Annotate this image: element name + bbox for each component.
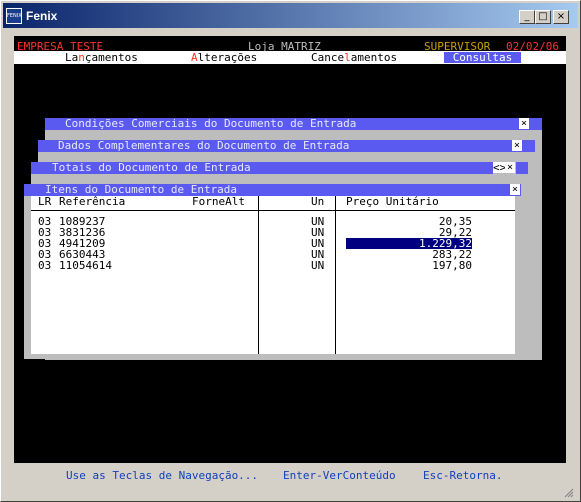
- hint-escape: Esc-Retorna.: [423, 469, 503, 482]
- close-button[interactable]: ×: [553, 10, 569, 24]
- menu-cancelamentos-hotkey: l: [344, 51, 351, 64]
- window-totais-titlebar-tail: [516, 162, 528, 174]
- window-totais-close-icon[interactable]: ×: [505, 162, 515, 173]
- table-row[interactable]: 03 11054614 UN 197,80: [31, 260, 515, 271]
- window-totais-title: Totais do Documento de Entrada: [52, 161, 251, 174]
- cell-referencia: 11054614: [59, 259, 112, 272]
- menu-cancelamentos-label-rest: amentos: [350, 51, 398, 64]
- column-header-preco: Preço Unitário: [346, 195, 439, 208]
- menu-lancamentos-label: La: [65, 51, 79, 64]
- hint-navigation: Use as Teclas de Navegação...: [66, 469, 259, 482]
- window-condicoes-title: Condições Comerciais do Documento de Ent…: [65, 117, 357, 130]
- cell-preco: 197,80: [432, 259, 472, 272]
- app-icon: FENIX: [6, 8, 22, 24]
- window-title: Fenix: [26, 9, 58, 23]
- menu-lancamentos[interactable]: Lançamentos: [65, 52, 138, 63]
- column-header-fornealt: ForneAlt: [192, 195, 245, 208]
- menu-cancelamentos[interactable]: Cancelamentos: [311, 52, 397, 63]
- window-condicoes-close-icon[interactable]: ×: [519, 118, 529, 129]
- window-itens-close-icon[interactable]: ×: [510, 184, 520, 195]
- hint-enter: Enter-VerConteúdo: [283, 469, 396, 482]
- column-header-lr: LR: [38, 195, 52, 208]
- column-header-un: Un: [311, 195, 325, 208]
- window-dados-title: Dados Complementares do Documento de Ent…: [58, 139, 350, 152]
- menu-alteracoes-hotkey: A: [191, 51, 198, 64]
- window-dados-close-icon[interactable]: ×: [512, 140, 522, 151]
- minimize-button[interactable]: _: [519, 10, 535, 24]
- cell-lr: 03: [38, 259, 52, 272]
- window-itens-title: Itens do Documento de Entrada: [45, 183, 238, 196]
- menu-lancamentos-hotkey: n: [78, 51, 85, 64]
- cell-un: UN: [311, 259, 325, 272]
- table-header-divider: [31, 210, 515, 211]
- menu-cancelamentos-label: Cance: [311, 51, 345, 64]
- menu-consultas[interactable]: Consultas: [444, 52, 521, 63]
- maximize-button[interactable]: □: [535, 10, 551, 24]
- menu-alteracoes[interactable]: Alterações: [191, 52, 257, 63]
- column-header-referencia: Referência: [59, 195, 126, 208]
- resize-grip-icon[interactable]: [564, 488, 574, 498]
- title-bar[interactable]: [3, 3, 578, 28]
- menu-alteracoes-label-rest: lterações: [197, 51, 258, 64]
- menu-lancamentos-label-rest: çamentos: [84, 51, 138, 64]
